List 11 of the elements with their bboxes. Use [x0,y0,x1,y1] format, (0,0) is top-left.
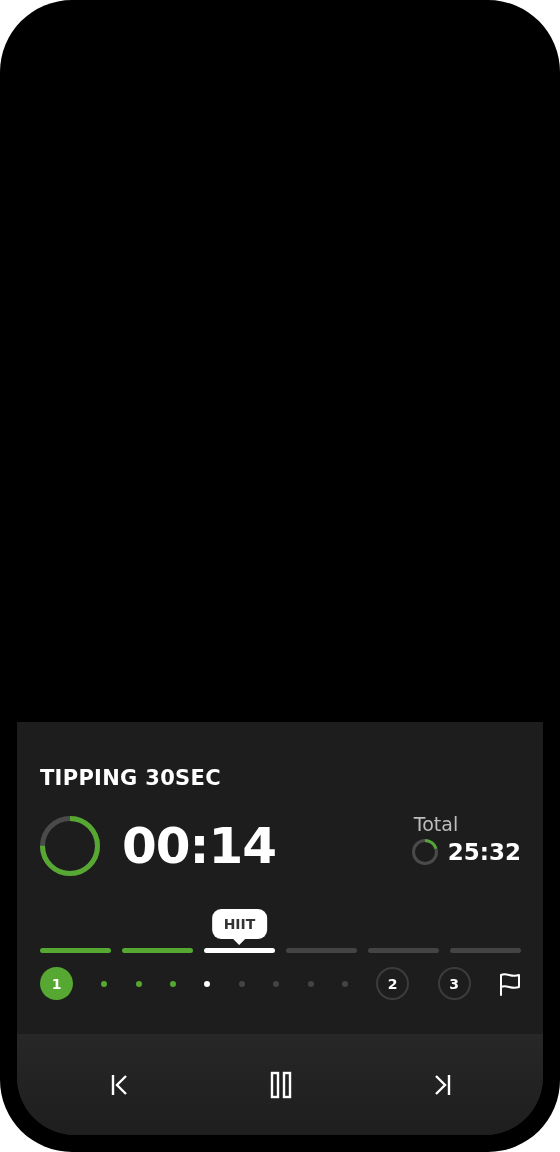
step-number[interactable]: 3 [437,967,471,1000]
timer: 00:14 [122,817,277,875]
segment-tooltip: HIIT [211,909,268,939]
workout-title: TIPPING 30SEC [40,766,222,792]
step-number[interactable]: 2 [376,967,410,1000]
pause-button[interactable] [269,1070,293,1099]
timer-ring-icon [40,816,100,876]
total-time: 25:32 [447,839,521,865]
total-label: Total [413,813,459,835]
total-ring-icon [411,839,438,865]
flag-icon [498,971,521,996]
